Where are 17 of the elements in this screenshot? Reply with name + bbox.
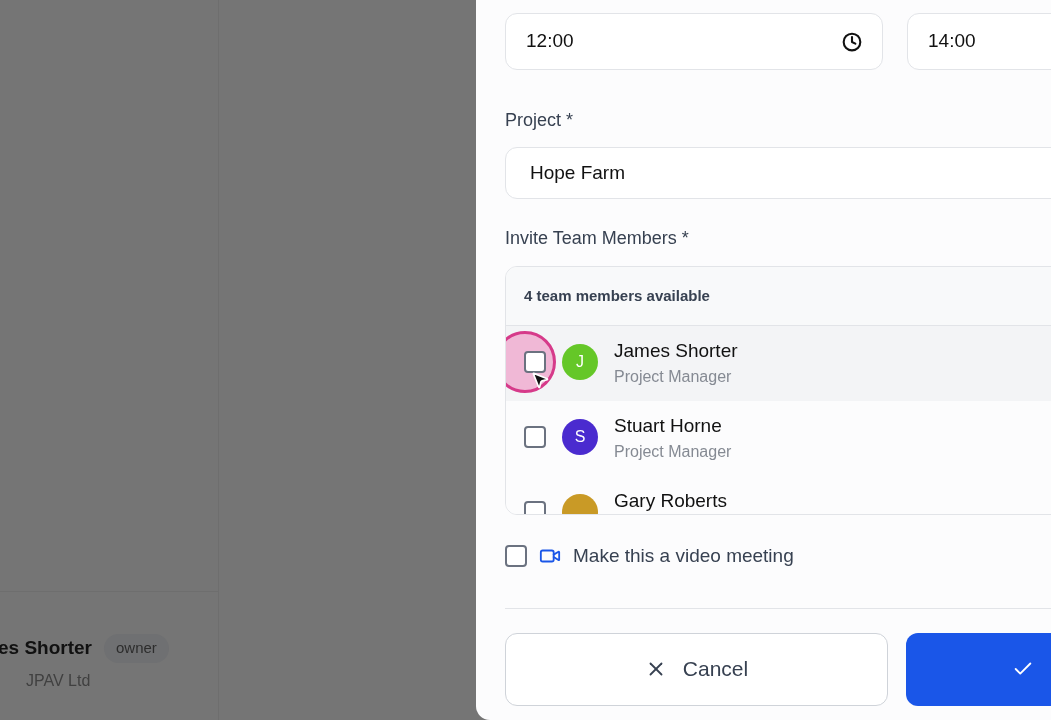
time-field[interactable]: 14:00 xyxy=(907,13,1051,70)
member-count: 4 team members available xyxy=(524,285,710,306)
member-role: Project Manager xyxy=(614,367,732,387)
field-label: Invite Team Members * xyxy=(505,227,689,250)
time-field[interactable]: 12:00 xyxy=(505,13,883,70)
project-select[interactable]: Hope Farm xyxy=(505,147,1051,199)
member-avatar: S xyxy=(562,419,598,455)
member-row[interactable]: J James Shorter Project Manager xyxy=(506,326,1051,401)
member-avatar: J xyxy=(562,344,598,380)
field-label: Project * xyxy=(505,109,574,132)
role-badge: owner xyxy=(104,634,169,663)
member-name: Stuart Horne xyxy=(614,414,722,438)
member-role: Project Manager xyxy=(614,442,732,462)
member-name: Gary Roberts xyxy=(614,489,727,513)
member-name: James Shorter xyxy=(614,339,738,363)
video-meeting-label: Make this a video meeting xyxy=(573,544,794,568)
cancel-button[interactable]: Cancel xyxy=(505,632,888,706)
